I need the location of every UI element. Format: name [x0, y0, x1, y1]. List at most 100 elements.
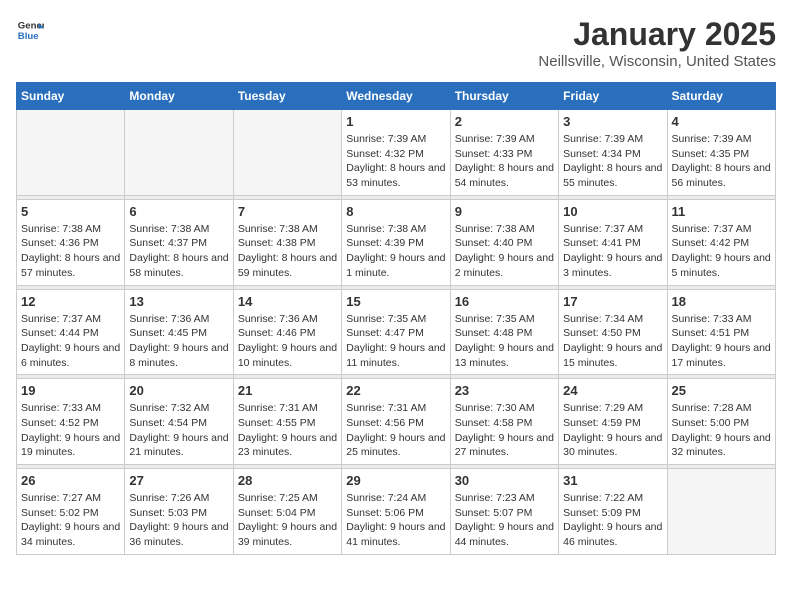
- calendar-cell: 14 Sunrise: 7:36 AM Sunset: 4:46 PM Dayli…: [233, 289, 341, 375]
- weekday-header-wednesday: Wednesday: [342, 83, 450, 110]
- title-area: January 2025 Neillsville, Wisconsin, Uni…: [538, 16, 776, 70]
- day-info: Sunrise: 7:35 AM Sunset: 4:47 PM Dayligh…: [346, 312, 445, 371]
- day-info: Sunrise: 7:33 AM Sunset: 4:52 PM Dayligh…: [21, 401, 120, 460]
- calendar-cell: 3 Sunrise: 7:39 AM Sunset: 4:34 PM Daylig…: [559, 110, 667, 196]
- weekday-header-row: SundayMondayTuesdayWednesdayThursdayFrid…: [17, 83, 776, 110]
- day-number: 18: [672, 294, 771, 309]
- day-info: Sunrise: 7:39 AM Sunset: 4:34 PM Dayligh…: [563, 132, 662, 191]
- weekday-header-thursday: Thursday: [450, 83, 558, 110]
- day-info: Sunrise: 7:38 AM Sunset: 4:36 PM Dayligh…: [21, 222, 120, 281]
- day-info: Sunrise: 7:30 AM Sunset: 4:58 PM Dayligh…: [455, 401, 554, 460]
- day-number: 27: [129, 473, 228, 488]
- calendar-cell: 16 Sunrise: 7:35 AM Sunset: 4:48 PM Dayli…: [450, 289, 558, 375]
- calendar-cell: 30 Sunrise: 7:23 AM Sunset: 5:07 PM Dayli…: [450, 469, 558, 555]
- month-title: January 2025: [538, 16, 776, 53]
- day-info: Sunrise: 7:34 AM Sunset: 4:50 PM Dayligh…: [563, 312, 662, 371]
- day-info: Sunrise: 7:39 AM Sunset: 4:35 PM Dayligh…: [672, 132, 771, 191]
- day-info: Sunrise: 7:24 AM Sunset: 5:06 PM Dayligh…: [346, 491, 445, 550]
- day-info: Sunrise: 7:31 AM Sunset: 4:55 PM Dayligh…: [238, 401, 337, 460]
- day-number: 23: [455, 383, 554, 398]
- day-number: 11: [672, 204, 771, 219]
- logo-icon: General Blue: [16, 16, 44, 44]
- calendar-cell: [17, 110, 125, 196]
- calendar-cell: 21 Sunrise: 7:31 AM Sunset: 4:55 PM Dayli…: [233, 379, 341, 465]
- day-number: 30: [455, 473, 554, 488]
- header: General Blue January 2025 Neillsville, W…: [16, 16, 776, 70]
- calendar-cell: 18 Sunrise: 7:33 AM Sunset: 4:51 PM Dayli…: [667, 289, 775, 375]
- calendar-cell: 19 Sunrise: 7:33 AM Sunset: 4:52 PM Dayli…: [17, 379, 125, 465]
- day-number: 21: [238, 383, 337, 398]
- day-number: 6: [129, 204, 228, 219]
- weekday-header-sunday: Sunday: [17, 83, 125, 110]
- day-info: Sunrise: 7:27 AM Sunset: 5:02 PM Dayligh…: [21, 491, 120, 550]
- day-number: 8: [346, 204, 445, 219]
- calendar-cell: 25Sunrise: 7:28 AM Sunset: 5:00 PM Dayli…: [667, 379, 775, 465]
- day-info: Sunrise: 7:33 AM Sunset: 4:51 PM Dayligh…: [672, 312, 771, 371]
- week-row-2: 5Sunrise: 7:38 AM Sunset: 4:36 PM Daylig…: [17, 199, 776, 285]
- week-row-1: 1Sunrise: 7:39 AM Sunset: 4:32 PM Daylig…: [17, 110, 776, 196]
- week-row-3: 12Sunrise: 7:37 AM Sunset: 4:44 PM Dayli…: [17, 289, 776, 375]
- day-number: 28: [238, 473, 337, 488]
- calendar-cell: 13 Sunrise: 7:36 AM Sunset: 4:45 PM Dayli…: [125, 289, 233, 375]
- calendar-cell: 29 Sunrise: 7:24 AM Sunset: 5:06 PM Dayli…: [342, 469, 450, 555]
- calendar-cell: 9 Sunrise: 7:38 AM Sunset: 4:40 PM Daylig…: [450, 199, 558, 285]
- day-number: 13: [129, 294, 228, 309]
- calendar-cell: 28 Sunrise: 7:25 AM Sunset: 5:04 PM Dayli…: [233, 469, 341, 555]
- day-info: Sunrise: 7:37 AM Sunset: 4:41 PM Dayligh…: [563, 222, 662, 281]
- calendar-cell: 23 Sunrise: 7:30 AM Sunset: 4:58 PM Dayli…: [450, 379, 558, 465]
- day-info: Sunrise: 7:38 AM Sunset: 4:40 PM Dayligh…: [455, 222, 554, 281]
- day-number: 10: [563, 204, 662, 219]
- day-info: Sunrise: 7:26 AM Sunset: 5:03 PM Dayligh…: [129, 491, 228, 550]
- calendar-cell: 2Sunrise: 7:39 AM Sunset: 4:33 PM Daylig…: [450, 110, 558, 196]
- calendar-cell: 1Sunrise: 7:39 AM Sunset: 4:32 PM Daylig…: [342, 110, 450, 196]
- calendar-cell: 5Sunrise: 7:38 AM Sunset: 4:36 PM Daylig…: [17, 199, 125, 285]
- weekday-header-tuesday: Tuesday: [233, 83, 341, 110]
- calendar-cell: 11Sunrise: 7:37 AM Sunset: 4:42 PM Dayli…: [667, 199, 775, 285]
- day-number: 31: [563, 473, 662, 488]
- calendar-cell: [233, 110, 341, 196]
- day-info: Sunrise: 7:37 AM Sunset: 4:44 PM Dayligh…: [21, 312, 120, 371]
- day-number: 16: [455, 294, 554, 309]
- calendar-cell: 22Sunrise: 7:31 AM Sunset: 4:56 PM Dayli…: [342, 379, 450, 465]
- calendar-cell: 12Sunrise: 7:37 AM Sunset: 4:44 PM Dayli…: [17, 289, 125, 375]
- calendar-cell: 24Sunrise: 7:29 AM Sunset: 4:59 PM Dayli…: [559, 379, 667, 465]
- day-number: 9: [455, 204, 554, 219]
- calendar-cell: [125, 110, 233, 196]
- day-number: 3: [563, 114, 662, 129]
- calendar-cell: 8 Sunrise: 7:38 AM Sunset: 4:39 PM Daylig…: [342, 199, 450, 285]
- day-info: Sunrise: 7:23 AM Sunset: 5:07 PM Dayligh…: [455, 491, 554, 550]
- weekday-header-monday: Monday: [125, 83, 233, 110]
- day-number: 20: [129, 383, 228, 398]
- day-info: Sunrise: 7:36 AM Sunset: 4:45 PM Dayligh…: [129, 312, 228, 371]
- day-number: 22: [346, 383, 445, 398]
- day-number: 24: [563, 383, 662, 398]
- calendar-cell: 20 Sunrise: 7:32 AM Sunset: 4:54 PM Dayli…: [125, 379, 233, 465]
- calendar: SundayMondayTuesdayWednesdayThursdayFrid…: [16, 82, 776, 555]
- day-info: Sunrise: 7:36 AM Sunset: 4:46 PM Dayligh…: [238, 312, 337, 371]
- day-number: 26: [21, 473, 120, 488]
- day-number: 19: [21, 383, 120, 398]
- svg-text:Blue: Blue: [18, 31, 39, 42]
- calendar-cell: 31Sunrise: 7:22 AM Sunset: 5:09 PM Dayli…: [559, 469, 667, 555]
- day-number: 7: [238, 204, 337, 219]
- day-number: 29: [346, 473, 445, 488]
- calendar-cell: 27 Sunrise: 7:26 AM Sunset: 5:03 PM Dayli…: [125, 469, 233, 555]
- day-info: Sunrise: 7:25 AM Sunset: 5:04 PM Dayligh…: [238, 491, 337, 550]
- calendar-cell: 15Sunrise: 7:35 AM Sunset: 4:47 PM Dayli…: [342, 289, 450, 375]
- calendar-cell: 26 Sunrise: 7:27 AM Sunset: 5:02 PM Dayli…: [17, 469, 125, 555]
- day-info: Sunrise: 7:32 AM Sunset: 4:54 PM Dayligh…: [129, 401, 228, 460]
- day-number: 4: [672, 114, 771, 129]
- day-number: 1: [346, 114, 445, 129]
- day-info: Sunrise: 7:39 AM Sunset: 4:33 PM Dayligh…: [455, 132, 554, 191]
- week-row-4: 19 Sunrise: 7:33 AM Sunset: 4:52 PM Dayli…: [17, 379, 776, 465]
- day-info: Sunrise: 7:38 AM Sunset: 4:37 PM Dayligh…: [129, 222, 228, 281]
- day-number: 14: [238, 294, 337, 309]
- day-number: 25: [672, 383, 771, 398]
- calendar-cell: 6 Sunrise: 7:38 AM Sunset: 4:37 PM Daylig…: [125, 199, 233, 285]
- calendar-cell: 7Sunrise: 7:38 AM Sunset: 4:38 PM Daylig…: [233, 199, 341, 285]
- calendar-cell: 10 Sunrise: 7:37 AM Sunset: 4:41 PM Dayli…: [559, 199, 667, 285]
- week-row-5: 26 Sunrise: 7:27 AM Sunset: 5:02 PM Dayli…: [17, 469, 776, 555]
- calendar-cell: [667, 469, 775, 555]
- day-info: Sunrise: 7:38 AM Sunset: 4:39 PM Dayligh…: [346, 222, 445, 281]
- day-info: Sunrise: 7:35 AM Sunset: 4:48 PM Dayligh…: [455, 312, 554, 371]
